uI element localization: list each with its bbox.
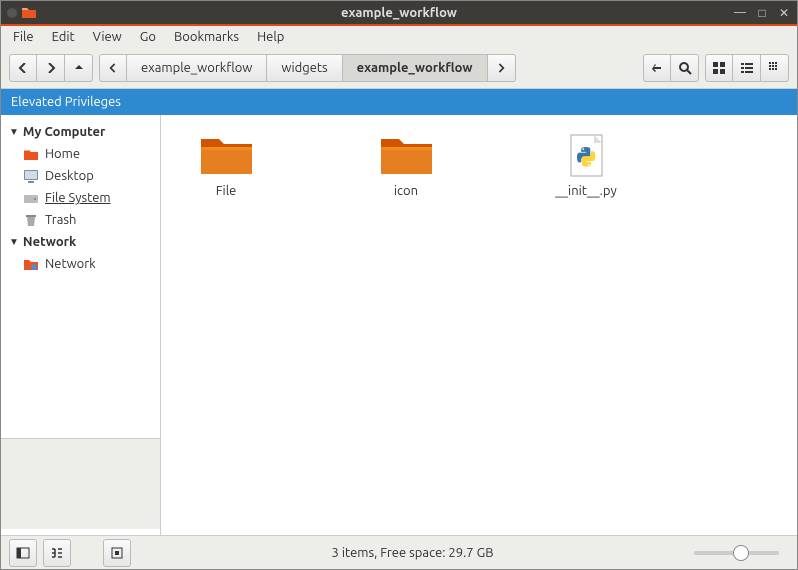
file-item-init-py[interactable]: __init__.py bbox=[541, 133, 631, 198]
search-button[interactable] bbox=[671, 54, 699, 82]
nav-buttons bbox=[9, 54, 93, 82]
list-view-button[interactable] bbox=[733, 54, 761, 82]
menu-go[interactable]: Go bbox=[140, 30, 156, 44]
status-text: 3 items, Free space: 29.7 GB bbox=[137, 546, 688, 560]
file-manager-window: example_workflow — □ ✕ File Edit View Go… bbox=[0, 0, 798, 570]
home-icon bbox=[23, 146, 39, 162]
file-label: File bbox=[181, 184, 271, 198]
sidebar-item-home[interactable]: Home bbox=[1, 143, 160, 165]
menu-help[interactable]: Help bbox=[257, 30, 284, 44]
forward-button[interactable] bbox=[37, 54, 65, 82]
menu-view[interactable]: View bbox=[93, 30, 122, 44]
breadcrumb-next-button[interactable] bbox=[488, 54, 516, 82]
sidebar-item-filesystem[interactable]: File System bbox=[1, 187, 160, 209]
places-pane-button[interactable] bbox=[9, 539, 37, 567]
privilege-bar: Elevated Privileges bbox=[1, 89, 797, 115]
menu-edit[interactable]: Edit bbox=[52, 30, 75, 44]
back-button[interactable] bbox=[9, 54, 37, 82]
window-controls: — □ ✕ bbox=[733, 6, 791, 20]
window-dot bbox=[7, 8, 17, 18]
breadcrumb-segment-1[interactable]: widgets bbox=[267, 54, 342, 82]
sidebar-section-network[interactable]: ▼Network bbox=[1, 231, 160, 253]
trash-icon bbox=[23, 212, 39, 228]
drive-icon bbox=[23, 190, 39, 206]
sidebar-item-trash[interactable]: Trash bbox=[1, 209, 160, 231]
chevron-down-icon: ▼ bbox=[9, 126, 19, 138]
sidebar: ▼My Computer Home Desktop File System Tr… bbox=[1, 115, 161, 535]
close-button[interactable]: ✕ bbox=[777, 6, 791, 20]
python-file-icon bbox=[559, 133, 614, 178]
folder-icon bbox=[199, 133, 254, 178]
minimize-button[interactable]: — bbox=[733, 6, 747, 20]
folder-icon bbox=[379, 133, 434, 178]
menubar: File Edit View Go Bookmarks Help bbox=[1, 26, 797, 48]
view-mode-buttons bbox=[705, 54, 789, 82]
sidebar-item-desktop[interactable]: Desktop bbox=[1, 165, 160, 187]
sidebar-item-network[interactable]: Network bbox=[1, 253, 160, 275]
privilege-text: Elevated Privileges bbox=[11, 95, 121, 109]
breadcrumb-bar: example_workflow widgets example_workflo… bbox=[99, 54, 516, 82]
file-label: icon bbox=[361, 184, 451, 198]
close-pane-button[interactable] bbox=[103, 539, 131, 567]
app-folder-icon bbox=[21, 5, 37, 21]
file-item-folder-icon[interactable]: icon bbox=[361, 133, 451, 198]
file-view[interactable]: File icon __init__.py bbox=[161, 115, 797, 535]
breadcrumb-segment-2[interactable]: example_workflow bbox=[343, 54, 488, 82]
toggle-location-button[interactable] bbox=[643, 54, 671, 82]
statusbar: 3 items, Free space: 29.7 GB bbox=[1, 535, 797, 569]
titlebar: example_workflow — □ ✕ bbox=[1, 1, 797, 26]
content-area: ▼My Computer Home Desktop File System Tr… bbox=[1, 115, 797, 535]
maximize-button[interactable]: □ bbox=[755, 6, 769, 20]
compact-view-button[interactable] bbox=[761, 54, 789, 82]
up-button[interactable] bbox=[65, 54, 93, 82]
toolbar-right-group1 bbox=[643, 54, 699, 82]
file-item-folder-file[interactable]: File bbox=[181, 133, 271, 198]
breadcrumb-segment-0[interactable]: example_workflow bbox=[127, 54, 267, 82]
menu-file[interactable]: File bbox=[13, 30, 34, 44]
file-label: __init__.py bbox=[541, 184, 631, 198]
sidebar-section-mycomputer[interactable]: ▼My Computer bbox=[1, 121, 160, 143]
menu-bookmarks[interactable]: Bookmarks bbox=[174, 30, 239, 44]
desktop-icon bbox=[23, 168, 39, 184]
chevron-down-icon: ▼ bbox=[9, 236, 19, 248]
zoom-slider[interactable] bbox=[694, 551, 779, 555]
breadcrumb-prev-button[interactable] bbox=[99, 54, 127, 82]
network-icon bbox=[23, 256, 39, 272]
tree-pane-button[interactable] bbox=[43, 539, 71, 567]
icon-view-button[interactable] bbox=[705, 54, 733, 82]
window-title: example_workflow bbox=[341, 6, 457, 20]
toolbar: example_workflow widgets example_workflo… bbox=[1, 48, 797, 89]
